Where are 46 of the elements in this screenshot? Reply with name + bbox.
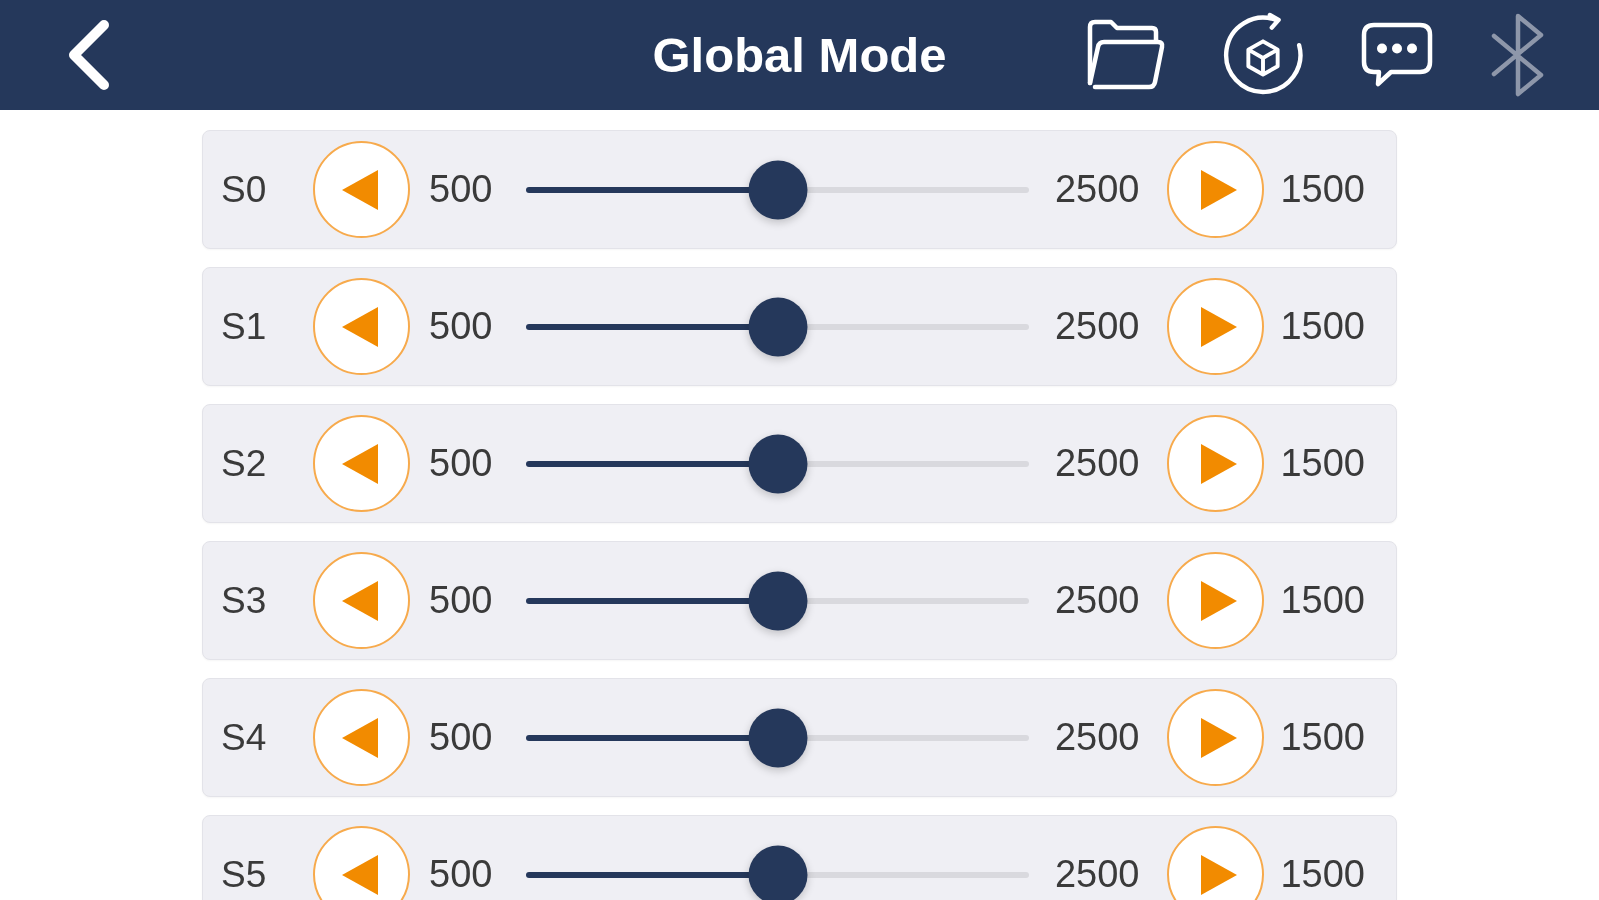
current-value: 1500 <box>1280 716 1365 759</box>
right-triangle-icon <box>1200 443 1237 484</box>
slider-thumb[interactable] <box>748 845 808 900</box>
right-triangle-icon <box>1200 854 1237 895</box>
current-value: 1500 <box>1280 305 1365 348</box>
max-value: 2500 <box>1054 168 1140 211</box>
slider-thumb[interactable] <box>748 434 808 493</box>
current-value: 1500 <box>1280 853 1365 896</box>
max-value: 2500 <box>1054 579 1140 622</box>
servo-label: S4 <box>221 716 268 759</box>
slider-thumb[interactable] <box>748 297 808 356</box>
max-value: 2500 <box>1054 442 1140 485</box>
servo-label: S1 <box>221 305 268 348</box>
max-value: 2500 <box>1054 305 1140 348</box>
min-value: 500 <box>429 305 493 348</box>
right-triangle-icon <box>1200 580 1237 621</box>
servo-label: S0 <box>221 168 268 211</box>
left-triangle-icon <box>341 443 378 484</box>
left-triangle-icon <box>341 169 378 210</box>
right-triangle-icon <box>1200 717 1237 758</box>
current-value: 1500 <box>1280 168 1365 211</box>
chat-bubble-icon[interactable] <box>1361 22 1433 88</box>
slider-thumb[interactable] <box>748 571 808 630</box>
left-triangle-icon <box>341 717 378 758</box>
folder-icon[interactable] <box>1085 19 1165 91</box>
min-value: 500 <box>429 168 493 211</box>
left-triangle-icon <box>341 580 378 621</box>
servo-label: S2 <box>221 442 268 485</box>
slider-thumb[interactable] <box>748 708 808 767</box>
slider-thumb[interactable] <box>748 160 808 219</box>
back-chevron-icon[interactable] <box>66 19 112 91</box>
min-value: 500 <box>429 853 493 896</box>
servo-label: S5 <box>221 853 268 896</box>
min-value: 500 <box>429 716 493 759</box>
current-value: 1500 <box>1280 579 1365 622</box>
right-triangle-icon <box>1200 306 1237 347</box>
max-value: 2500 <box>1054 716 1140 759</box>
right-triangle-icon <box>1200 169 1237 210</box>
servo-label: S3 <box>221 579 268 622</box>
min-value: 500 <box>429 579 493 622</box>
page-title: Global Mode <box>652 27 947 83</box>
min-value: 500 <box>429 442 493 485</box>
current-value: 1500 <box>1280 442 1365 485</box>
max-value: 2500 <box>1054 853 1140 896</box>
left-triangle-icon <box>341 854 378 895</box>
left-triangle-icon <box>341 306 378 347</box>
